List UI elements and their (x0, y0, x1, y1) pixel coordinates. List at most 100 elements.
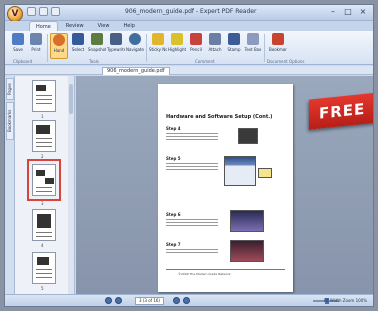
next-page-button[interactable] (173, 297, 180, 304)
qat-save-icon[interactable] (27, 7, 36, 16)
title-bar: V 906_modern_guide.pdf - Expert PDF Read… (5, 5, 373, 22)
page-thumbnail[interactable] (32, 209, 56, 241)
close-button[interactable]: × (357, 7, 369, 17)
tab-view[interactable]: View (92, 21, 116, 31)
thumbnail-image (36, 125, 50, 134)
group-label-comment: Comment (195, 59, 215, 64)
print-button[interactable]: Print (27, 33, 45, 59)
select-arrow-icon (72, 33, 84, 45)
tab-bookmarks[interactable]: Bookmarks (6, 102, 14, 140)
group-label-tools: Tools (89, 59, 99, 64)
typewriter-button[interactable]: Typewriter (107, 33, 125, 59)
bookmark-icon (272, 33, 284, 45)
thumbnail-image (37, 257, 49, 265)
select-button[interactable]: Select (69, 33, 87, 59)
thumbnail-line (36, 191, 52, 192)
document-view: Hardware and Software Setup (Cont.) Step… (76, 76, 373, 294)
previous-page-button[interactable] (115, 297, 122, 304)
pencil-button[interactable]: Pencil (187, 33, 205, 59)
maximize-button[interactable]: □ (342, 7, 354, 17)
page-thumbnail[interactable] (32, 80, 56, 112)
group-label-clipboard: Clipboard (13, 59, 33, 64)
select-label: Select (71, 47, 85, 52)
page-footer: ©2009 The Modern Guide Network (178, 272, 231, 276)
thumbnail-line (36, 103, 52, 104)
text-line (166, 225, 218, 226)
qat-undo-icon[interactable] (39, 7, 48, 16)
bookmark-button[interactable]: Bookmark (269, 33, 287, 59)
text-line (166, 222, 218, 223)
page-number: 4 (41, 243, 44, 248)
page-number: 3 (41, 201, 44, 206)
save-button[interactable]: Save (9, 33, 27, 59)
print-label: Print (31, 47, 41, 52)
screenshot-image (238, 128, 258, 144)
ribbon: Save Print Hand Select Snapshot Typewrit… (5, 31, 373, 65)
text-line (166, 136, 218, 137)
group-separator (146, 34, 147, 62)
app-menu-button[interactable]: V (7, 6, 23, 22)
tab-help[interactable]: Help (117, 21, 140, 31)
highlighter-icon (171, 33, 183, 45)
text-line (166, 163, 218, 164)
sticky-note-button[interactable]: Sticky Note (149, 33, 167, 59)
app-window: V 906_modern_guide.pdf - Expert PDF Read… (4, 4, 374, 307)
status-bar: 3 (3 of 16) Fit Width Zoom 100% (5, 294, 373, 306)
quick-access-toolbar (27, 7, 60, 16)
text-box-button[interactable]: Text Box (244, 33, 262, 59)
text-line (166, 166, 218, 167)
zoom-label: Navigate (126, 47, 144, 52)
first-page-button[interactable] (105, 297, 112, 304)
snapshot-label: Snapshot (88, 47, 106, 52)
page-footer-rule (166, 269, 285, 270)
group-separator (47, 34, 48, 62)
step-heading: Step 6 (166, 212, 181, 217)
qat-redo-icon[interactable] (51, 7, 60, 16)
pencil-label: Pencil (190, 47, 202, 52)
thumbnail-line (36, 146, 52, 147)
minimize-button[interactable]: – (327, 7, 339, 17)
window-controls: – □ × (327, 7, 369, 17)
free-banner: FREE (309, 92, 373, 130)
last-page-button[interactable] (183, 297, 190, 304)
zoom-button[interactable]: Navigate (126, 33, 144, 59)
thumbnail-image (37, 214, 51, 228)
hand-tool-button[interactable]: Hand (50, 33, 68, 59)
page-heading: Hardware and Software Setup (Cont.) (166, 114, 273, 120)
document-tab[interactable]: 906_modern_guide.pdf (102, 67, 170, 75)
scrollbar-thumb[interactable] (69, 84, 73, 114)
highlight-button[interactable]: Highlight (168, 33, 186, 59)
page-thumbnail[interactable] (32, 120, 56, 152)
snapshot-icon (91, 33, 103, 45)
stamp-label: Stamp (227, 47, 241, 52)
page-thumbnail-selected[interactable] (27, 159, 61, 201)
page-number: 5 (41, 286, 44, 291)
hand-icon (53, 34, 65, 46)
thumbnail-scrollbar[interactable] (68, 76, 74, 294)
page-thumbnail[interactable] (32, 252, 56, 284)
bookmark-label: Bookmark (269, 47, 287, 52)
tab-pages[interactable]: Pages (6, 78, 14, 100)
text-line (166, 133, 218, 134)
thumbnail-line (36, 187, 52, 188)
highlight-label: Highlight (168, 47, 186, 52)
tab-review[interactable]: Review (60, 21, 90, 31)
thumbnail-line (36, 95, 52, 96)
attach-label: Attach (208, 47, 222, 52)
thumbnail-line (36, 236, 52, 237)
text-line (166, 219, 218, 220)
snapshot-button[interactable]: Snapshot (88, 33, 106, 59)
stamp-button[interactable]: Stamp (225, 33, 243, 59)
document-tab-bar: 906_modern_guide.pdf (5, 66, 373, 75)
group-separator (264, 34, 265, 62)
screenshot-image (230, 240, 264, 262)
text-box-icon (247, 33, 259, 45)
page-number-input[interactable]: 3 (3 of 16) (135, 297, 164, 305)
thumbnail-line (36, 99, 52, 100)
thumbnail-image (36, 170, 45, 176)
pdf-page[interactable]: Hardware and Software Setup (Cont.) Step… (158, 84, 293, 292)
attach-button[interactable]: Attach (206, 33, 224, 59)
thumbnail-line (36, 273, 52, 274)
tab-home[interactable]: Home (29, 21, 58, 31)
side-tab-strip: Pages Bookmarks (5, 76, 15, 294)
